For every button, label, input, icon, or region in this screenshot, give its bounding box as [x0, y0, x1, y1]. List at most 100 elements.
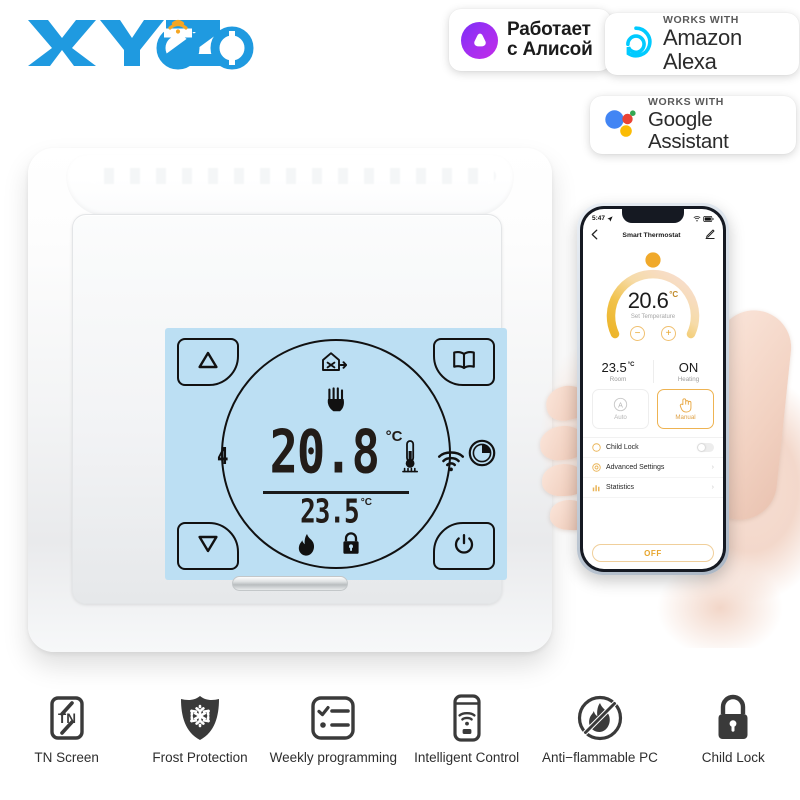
set-temp-unit: °C — [360, 497, 372, 508]
frost-protection-house-icon — [317, 350, 348, 379]
mode-selector: A Auto Manual — [583, 383, 723, 429]
room-temp-value: 23.5 — [601, 360, 627, 375]
floor-sensor-thermometer-icon — [401, 438, 419, 481]
program-book-icon — [452, 351, 476, 374]
decrease-temp-button[interactable]: − — [630, 326, 645, 341]
phone-navbar: Smart Thermostat — [583, 226, 723, 244]
child-lock-icon — [340, 531, 362, 561]
manual-hand-icon — [325, 387, 347, 418]
row-advanced-settings[interactable]: Advanced Settings › — [583, 458, 723, 478]
lcd-screen[interactable]: 4 20.8 °C 23.5 °C — [165, 328, 507, 580]
feature-intelligent-control-label: Intelligent Control — [414, 750, 520, 765]
chevron-right-icon: › — [711, 464, 714, 471]
xyzoo-logo-icon — [28, 19, 254, 70]
dial-temperature: 20.6 °C — [628, 288, 678, 314]
heating-state-value: ON — [678, 360, 699, 375]
phone-bezel: 5:47 Smart Thermostat 20.6 °C Set Temper… — [580, 206, 726, 572]
lcd-up-key[interactable] — [177, 338, 239, 386]
feature-child-lock-label: Child Lock — [701, 750, 765, 765]
lcd-day-indicator: 4 — [217, 443, 229, 471]
edit-pencil-icon[interactable] — [705, 229, 715, 241]
dial-temp-unit: °C — [669, 290, 679, 299]
row-statistics[interactable]: Statistics › — [583, 478, 723, 498]
room-caption: Room — [609, 376, 627, 383]
feature-weekly-programming: Weekly programming — [267, 690, 400, 765]
alice-line-2: с Алисой — [507, 39, 593, 60]
wifi-icon — [693, 215, 701, 221]
phone-screen[interactable]: 5:47 Smart Thermostat 20.6 °C Set Temper… — [583, 209, 723, 569]
mode-auto-label: Auto — [614, 414, 627, 421]
faceplate-reflections — [88, 168, 496, 184]
badge-google-assistant[interactable]: WORKS WITH Google Assistant — [590, 96, 796, 154]
dial-caption: Set Temperature — [630, 314, 676, 320]
chevron-right-icon: › — [711, 484, 714, 491]
device-inner-panel: 4 20.8 °C 23.5 °C — [72, 214, 507, 604]
product-marketing-image: Работает с Алисой WORKS WITH Amazon Alex… — [0, 0, 800, 800]
alice-badge-text: Работает с Алисой — [507, 18, 593, 61]
phone-in-hand: 5:47 Smart Thermostat 20.6 °C Set Temper… — [520, 188, 800, 660]
checklist-icon — [309, 690, 357, 746]
dial-steppers: − + — [630, 326, 676, 341]
frost-shield-icon — [177, 690, 223, 746]
google-badge-text: WORKS WITH Google Assistant — [648, 97, 784, 152]
child-lock-toggle[interactable] — [697, 443, 714, 452]
faceplate-gloss — [66, 154, 514, 216]
amazon-alexa-icon — [619, 25, 653, 64]
down-arrow-icon — [198, 535, 218, 557]
no-flame-icon — [576, 690, 624, 746]
feature-frost-protection: Frost Protection — [133, 690, 266, 765]
manual-hand-icon — [678, 397, 693, 413]
phone-wifi-icon — [448, 690, 486, 746]
lcd-power-key[interactable] — [433, 522, 495, 570]
child-lock-icon — [592, 443, 601, 452]
alexa-ring-glyph — [626, 25, 652, 58]
badge-yandex-alice[interactable]: Работает с Алисой — [449, 9, 611, 71]
badge-amazon-alexa[interactable]: WORKS WITH Amazon Alexa — [605, 13, 799, 75]
status-time: 5:47 — [592, 215, 606, 222]
battery-icon — [703, 215, 714, 222]
row-statistics-label: Statistics — [606, 484, 635, 491]
dial-temp-value: 20.6 — [627, 288, 669, 313]
increase-temp-button[interactable]: + — [661, 326, 676, 341]
device-chrome-strip — [232, 576, 348, 591]
phone-notch — [622, 209, 684, 223]
feature-weekly-programming-label: Weekly programming — [269, 750, 397, 765]
lcd-set-temperature: 23.5 °C — [300, 496, 372, 529]
settings-rows: Child Lock Advanced Settings › Statistic… — [583, 437, 723, 498]
heating-flame-icon — [296, 533, 318, 562]
temperature-dial[interactable]: 20.6 °C Set Temperature − + — [583, 248, 723, 356]
alice-triangle-glyph — [473, 33, 486, 47]
yandex-alice-icon — [461, 21, 498, 59]
back-chevron-icon[interactable] — [591, 229, 598, 242]
feature-tn-screen: TN TN Screen — [0, 690, 133, 765]
readout-heating: ON Heating — [653, 360, 723, 383]
tn-screen-icon: TN — [45, 690, 89, 746]
feature-tn-screen-label: TN Screen — [34, 750, 99, 765]
feature-anti-flammable-label: Anti−flammable PC — [542, 750, 658, 765]
lcd-down-key[interactable] — [177, 522, 239, 570]
row-child-lock[interactable]: Child Lock — [583, 438, 723, 458]
lcd-main-temperature: 20.8 °C — [270, 422, 403, 482]
lcd-program-key[interactable] — [433, 338, 495, 386]
power-off-button[interactable]: OFF — [592, 544, 714, 562]
alice-line-1: Работает — [507, 18, 591, 40]
mode-manual-label: Manual — [675, 414, 696, 421]
svg-text:A: A — [618, 401, 623, 409]
row-child-lock-label: Child Lock — [606, 444, 639, 451]
thermostat-device: 4 20.8 °C 23.5 °C — [20, 140, 560, 660]
clock-icon — [467, 438, 497, 473]
google-name: Google Assistant — [648, 107, 729, 153]
svg-text:TN: TN — [58, 711, 76, 726]
brand-logo — [26, 14, 256, 70]
power-icon — [454, 533, 475, 559]
wifi-icon — [437, 450, 465, 477]
device-faceplate: 4 20.8 °C 23.5 °C — [28, 148, 552, 652]
auto-mode-icon: A — [613, 397, 628, 412]
up-arrow-icon — [198, 351, 218, 373]
mode-manual-button[interactable]: Manual — [657, 389, 714, 429]
feature-intelligent-control: Intelligent Control — [400, 690, 533, 765]
app-title: Smart Thermostat — [622, 231, 681, 239]
mode-auto-button[interactable]: A Auto — [592, 389, 649, 429]
alexa-badge-text: WORKS WITH Amazon Alexa — [663, 14, 787, 73]
location-arrow-icon — [607, 215, 613, 222]
